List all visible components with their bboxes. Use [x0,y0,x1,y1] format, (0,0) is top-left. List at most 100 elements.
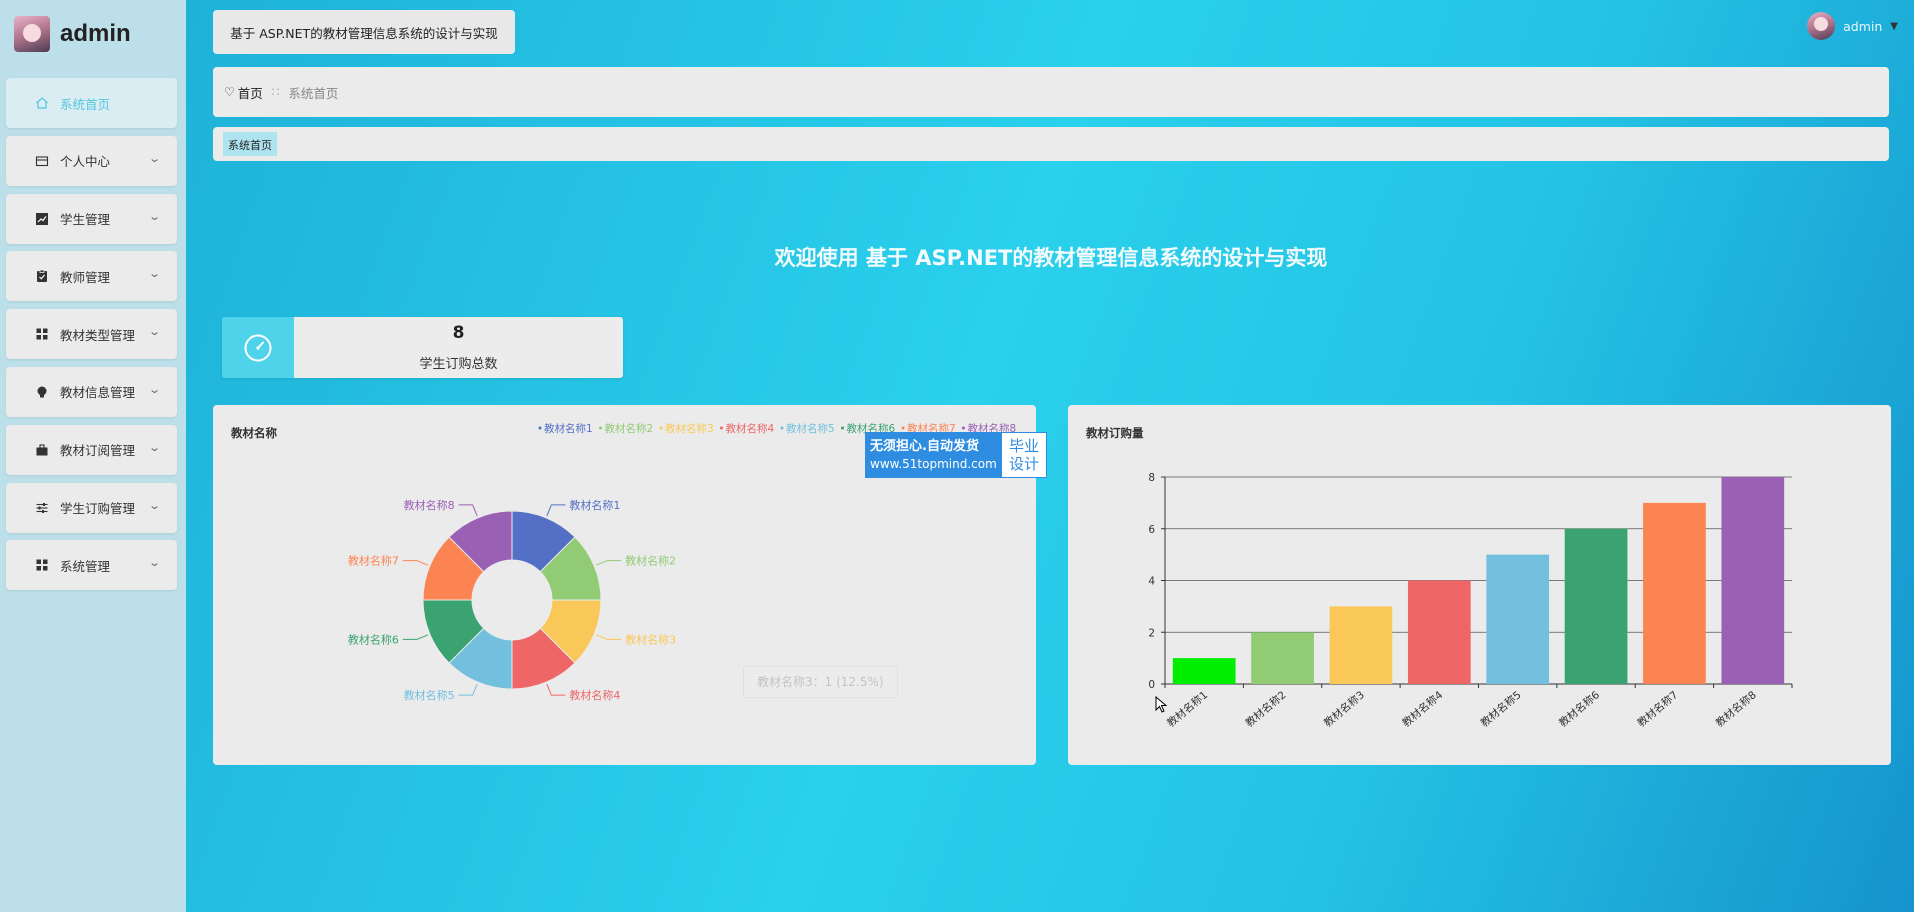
y-tick-label: 2 [1148,627,1155,639]
pie-slice-label: 教材名称7 [348,554,399,568]
watermark-line1: 无须担心.自动发货 [870,439,979,454]
stat-value: 8 [452,323,465,343]
legend-marker [962,426,965,430]
pie-label-line [546,683,566,696]
bar-chart-panel: 教材订购量 0 2 4 6 8 教材名称1 教材名称2 教材名称3 教材名称4 教材名称5 教材名称… [1068,405,1891,765]
timer-icon [222,317,294,378]
pie-slice-label: 教材名称5 [404,688,455,702]
caret-down-icon: ▼ [1890,20,1898,32]
sidebar-item-label: 教材订阅管理 [60,443,136,459]
user-avatar [1807,12,1836,40]
sidebar-item-profile[interactable]: 个人中心 ⌄ [6,135,177,186]
chevron-down-icon: ⌄ [147,151,161,165]
bar[interactable] [1721,477,1785,684]
stat-card: 8 学生订购总数 [222,317,623,378]
pie-slice-label: 教材名称8 [404,498,455,512]
pie-label-line [458,683,478,696]
x-tick-label: 教材名称8 [1713,688,1759,729]
heart-icon: ♡ [224,85,235,99]
bar[interactable] [1564,528,1628,684]
sidebar-item-teachers[interactable]: 教师管理 ⌄ [6,251,177,302]
sidebar-item-system[interactable]: 系统管理 ⌄ [6,540,177,591]
watermark-line2: www.51topmind.com [870,457,997,471]
tags-bar: 系统首页 [213,127,1889,161]
chevron-down-icon: ⌄ [147,382,161,396]
breadcrumb: ♡ 首页 ∷ 系统首页 [213,67,1889,117]
bar[interactable] [1329,606,1393,684]
chevron-down-icon: ⌄ [147,440,161,454]
chevron-down-icon: ⌄ [147,556,161,570]
watermark-text: 无须担心.自动发货 www.51topmind.com [865,432,1001,478]
sidebar-item-student-orders[interactable]: 学生订购管理 ⌄ [6,482,177,533]
x-tick-label: 教材名称4 [1400,688,1446,729]
x-tick-label: 教材名称3 [1321,688,1367,729]
y-tick-label: 0 [1148,679,1155,691]
chevron-down-icon: ⌄ [147,209,161,223]
chevron-down-icon: ⌄ [147,267,161,281]
grid-icon [34,557,50,573]
pie-slice-label: 教材名称6 [348,632,399,646]
app-root: admin 系统首页 个人中心 ⌄ 学生管理 ⌄ 教师管理 ⌄ 教材类型管理 ⌄… [0,0,1914,912]
brand: admin [14,14,131,54]
stat-label: 学生订购总数 [419,357,498,372]
bar[interactable] [1407,580,1471,685]
sidebar-item-label: 教师管理 [60,269,111,285]
sidebar-item-label: 教材信息管理 [60,385,136,401]
legend-marker [780,426,784,430]
tag-home[interactable]: 系统首页 [223,132,277,156]
watermark-banner[interactable]: 无须担心.自动发货 www.51topmind.com 毕业 设计 [865,432,1047,478]
legend-item[interactable]: 教材名称5 [786,422,835,435]
user-name: admin [1843,18,1883,34]
brand-avatar [14,16,50,52]
breadcrumb-separator: ∷ [271,85,280,99]
grid-icon [34,326,50,342]
home-icon [34,95,50,111]
sidebar-item-label: 系统首页 [60,96,111,112]
x-tick-label: 教材名称7 [1635,688,1681,729]
bar[interactable] [1643,502,1706,684]
user-menu[interactable]: admin ▼ [1807,12,1898,40]
sidebar: admin 系统首页 个人中心 ⌄ 学生管理 ⌄ 教师管理 ⌄ 教材类型管理 ⌄… [0,0,186,912]
sidebar-item-label: 教材类型管理 [60,327,136,343]
clipboard-icon [34,268,50,284]
wallet-icon [34,153,50,169]
legend-item[interactable]: 教材名称2 [605,422,654,435]
legend-marker [841,426,844,430]
legend-marker [901,426,905,430]
mouse-cursor-icon [1155,696,1168,713]
bar[interactable] [1486,554,1550,684]
sidebar-item-material-types[interactable]: 教材类型管理 ⌄ [6,309,177,360]
briefcase-icon [34,442,50,458]
trend-icon [34,211,50,227]
x-tick-label: 教材名称2 [1243,688,1289,729]
pie-slice-label: 教材名称3 [625,632,676,646]
y-tick-label: 8 [1148,472,1155,484]
pie-label-line [402,560,429,566]
pie-label-line [546,504,566,517]
sidebar-nav: 系统首页 个人中心 ⌄ 学生管理 ⌄ 教师管理 ⌄ 教材类型管理 ⌄ 教材信息管… [6,78,177,598]
legend-item[interactable]: 教材名称3 [665,422,714,435]
legend-item[interactable]: 教材名称4 [726,422,775,435]
sidebar-item-material-info[interactable]: 教材信息管理 ⌄ [6,366,177,417]
sidebar-item-material-subscriptions[interactable]: 教材订阅管理 ⌄ [6,424,177,475]
pie-slice-label: 教材名称1 [569,498,620,512]
y-tick-label: 4 [1148,576,1155,588]
pie-label-line [595,560,622,566]
y-tick-label: 6 [1148,524,1155,536]
pie-slice-label: 教材名称4 [569,688,620,702]
bulb-icon [34,384,50,400]
sidebar-item-students[interactable]: 学生管理 ⌄ [6,193,177,244]
x-tick-label: 教材名称5 [1478,688,1524,729]
legend-item[interactable]: 教材名称1 [544,422,593,435]
bar[interactable] [1251,632,1314,684]
breadcrumb-home[interactable]: 首页 [238,83,263,102]
bar[interactable] [1172,658,1236,684]
watermark-badge-line2: 设计 [1008,455,1039,473]
pie-label-line [402,634,429,640]
watermark-badge: 毕业 设计 [1001,432,1047,478]
pie-label-line [595,634,622,640]
brand-title: admin [60,20,131,47]
x-tick-label: 教材名称1 [1164,688,1210,729]
sidebar-item-home[interactable]: 系统首页 [6,78,177,128]
legend-marker [720,426,723,430]
